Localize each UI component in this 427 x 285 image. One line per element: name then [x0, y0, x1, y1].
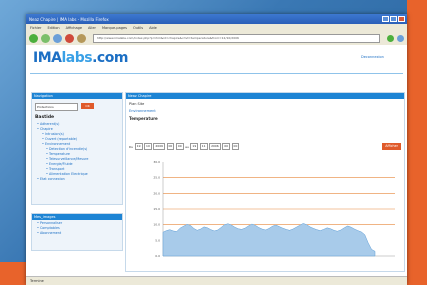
close-icon[interactable]	[398, 16, 405, 22]
from-month-field[interactable]: 10	[144, 143, 152, 150]
menu-bookmarks[interactable]: Marque-pages	[102, 26, 127, 30]
y-tick-label: 20.0	[153, 191, 160, 195]
to-month-field[interactable]: 11	[199, 143, 208, 150]
stop-icon[interactable]	[65, 34, 74, 43]
y-tick-label: 15.0	[153, 207, 160, 211]
maximize-icon[interactable]	[390, 16, 397, 22]
search-icon[interactable]	[397, 35, 404, 42]
address-bar[interactable]: http://www.imalabs.com/index.php?p=ihm&i…	[93, 34, 380, 43]
y-tick-label: 30.0	[153, 160, 160, 164]
site-select-row: Protections OK	[35, 103, 119, 111]
forward-arrow-icon[interactable]	[41, 34, 50, 43]
navigation-toolbar: http://www.imalabs.com/index.php?p=ihm&i…	[26, 32, 407, 46]
from-minute-field[interactable]: 00	[175, 143, 184, 150]
menu-edit[interactable]: Edition	[47, 26, 59, 30]
go-icon[interactable]	[387, 35, 394, 42]
menu-tools[interactable]: Outils	[133, 26, 143, 30]
home-icon[interactable]	[77, 34, 86, 43]
y-tick-label: 25.0	[153, 176, 160, 180]
logout-link[interactable]: Deconnexion	[361, 55, 384, 59]
browser-window: Neaz Chapire | IMA labs - Mozilla Firefo…	[26, 14, 407, 285]
from-day-field[interactable]: 19	[134, 143, 143, 150]
header-divider	[30, 73, 403, 74]
from-year-field[interactable]: 2006	[153, 143, 166, 150]
temperature-area-series	[162, 223, 376, 257]
window-titlebar: Neaz Chapire | IMA labs - Mozilla Firefo…	[26, 14, 407, 24]
afficher-button[interactable]: Afficher	[382, 143, 401, 150]
navigation-panel: Navigation Protections OK Bastide • Adhe…	[31, 92, 123, 205]
site-name: Bastide	[35, 115, 55, 120]
page-content: IMAlabs.com Deconnexion Navigation Prote…	[26, 45, 407, 276]
back-arrow-icon[interactable]	[29, 34, 38, 43]
menu-view[interactable]: Affichage	[66, 26, 82, 30]
menu-help[interactable]: Aide	[149, 26, 157, 30]
status-bar: Termine	[26, 276, 407, 285]
breadcrumb[interactable]: Environnement	[129, 109, 401, 113]
menu-go[interactable]: Aller	[88, 26, 96, 30]
navigation-panel-head: Navigation	[32, 93, 122, 99]
window-title: Neaz Chapire | IMA labs - Mozilla Firefo…	[29, 16, 109, 22]
decorative-orange-band	[407, 0, 427, 285]
from-hour-field[interactable]: 00	[166, 143, 175, 150]
y-tick-label: 10.0	[153, 223, 160, 227]
nav-tree-item[interactable]: • Etat connexion	[37, 177, 122, 182]
from-label: Du	[129, 144, 134, 149]
to-label: au	[185, 144, 189, 149]
to-minute-field[interactable]: 00	[231, 143, 240, 150]
window-controls	[382, 16, 407, 22]
plan-site-text: Plan Site	[129, 102, 145, 106]
y-tick-label: 5.0	[155, 238, 160, 242]
temperature-chart: 30.0 25.0 20.0 15.0 10.0 5.0 0.0	[153, 160, 395, 258]
images-list-item[interactable]: • Abonnement	[37, 231, 122, 236]
navigation-tree: • Adherent(s) • Chapire • Intrusion(s) • Ou…	[37, 122, 122, 182]
to-hour-field[interactable]: 00	[222, 143, 231, 150]
site-select[interactable]: Protections	[35, 103, 78, 111]
to-year-field[interactable]: 2006	[209, 143, 221, 150]
menubar: Fichier Edition Affichage Aller Marque-p…	[26, 24, 407, 32]
logo-accent: labs	[61, 50, 93, 66]
date-range-row: Du 19 10 2006 00 00 au 19 11 2006 00 00 …	[129, 143, 401, 150]
logo-suffix: .com	[92, 50, 128, 66]
ok-button[interactable]: OK	[81, 103, 94, 109]
minimize-icon[interactable]	[382, 16, 389, 22]
images-panel: Mes_images • Personnaliser • Comptables • …	[31, 213, 123, 251]
images-panel-head: Mes_images	[32, 214, 122, 220]
imalabs-logo[interactable]: IMAlabs.com	[33, 50, 128, 66]
menu-file[interactable]: Fichier	[30, 26, 41, 30]
reload-icon[interactable]	[53, 34, 62, 43]
logo-main: IMA	[33, 50, 62, 66]
main-panel-head: Neaz Chapire	[126, 93, 404, 99]
images-list: • Personnaliser • Comptables • Abonnement	[37, 221, 122, 236]
to-day-field[interactable]: 19	[190, 143, 199, 150]
y-tick-label: 0.0	[155, 254, 160, 258]
page-title: Temperature	[129, 116, 158, 121]
